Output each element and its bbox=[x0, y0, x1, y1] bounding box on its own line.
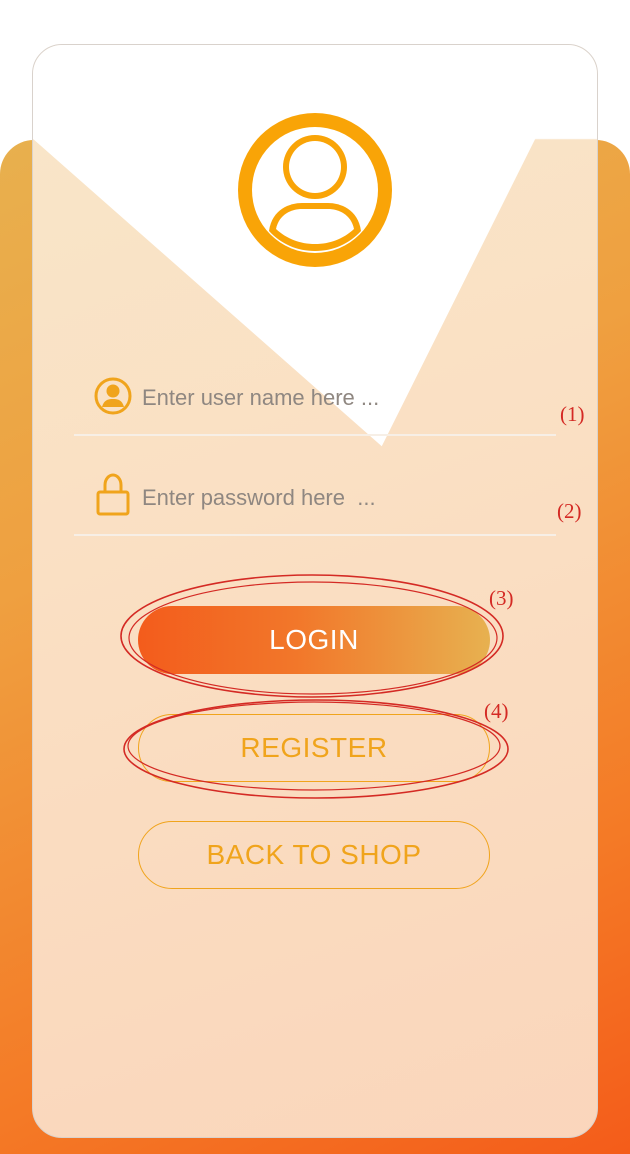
login-button[interactable]: LOGIN bbox=[138, 606, 490, 674]
annotation-marker-3: (3) bbox=[489, 586, 514, 610]
user-circle-icon bbox=[94, 377, 132, 415]
login-screen: LOGIN REGISTER BACK TO SHOP (1) (2) (3) … bbox=[0, 0, 630, 1154]
annotation-marker-2: (2) bbox=[557, 499, 582, 523]
password-input[interactable] bbox=[142, 480, 522, 516]
username-input[interactable] bbox=[142, 380, 522, 416]
annotation-marker-4: (4) bbox=[484, 699, 509, 723]
password-field[interactable] bbox=[74, 473, 556, 536]
user-avatar-icon bbox=[238, 113, 392, 267]
lock-icon bbox=[96, 473, 130, 516]
register-button[interactable]: REGISTER bbox=[138, 714, 490, 782]
annotation-marker-1: (1) bbox=[560, 402, 585, 426]
back-to-shop-button[interactable]: BACK TO SHOP bbox=[138, 821, 490, 889]
password-underline bbox=[74, 534, 556, 536]
username-field[interactable] bbox=[74, 376, 556, 436]
username-underline bbox=[74, 434, 556, 436]
